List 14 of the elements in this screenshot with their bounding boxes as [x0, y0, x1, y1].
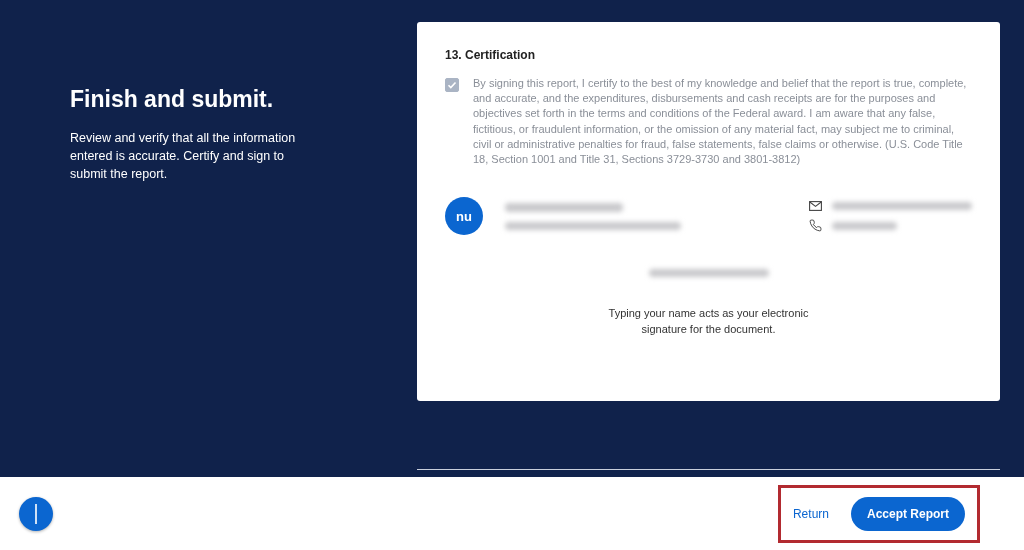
section-heading: 13. Certification [445, 48, 537, 62]
return-link[interactable]: Return [792, 506, 829, 521]
accept-report-button[interactable]: Accept Report [851, 496, 965, 531]
mail-icon [809, 201, 822, 212]
phone-icon [809, 219, 822, 233]
check-icon [447, 80, 457, 90]
info-button[interactable] [19, 496, 53, 531]
user-avatar: nu [445, 197, 483, 236]
signature-note: Typing your name acts as your electronic signature for the document. [607, 306, 810, 338]
info-icon [34, 503, 38, 524]
redacted-phone [832, 221, 897, 230]
certification-statement: By signing this report, I certify to the best of my knowledge and belief that the report is true, complete, and accurate, and the expenditures, disbursements and cash receipts are for the purposes and objectives set forth in the terms and conditions of the Federal award. I am aware that any false, fictitious, or fraudulent information, or the omission of any material fact, may subject me to criminal, civil or administrative penalties for fraud, false statements, false claims or otherwise. (U.S. Code Title 18, Section 1001 and Title 31, Sections 3729-3730 and 3801-3812) [473, 76, 968, 167]
intro-text: Review and verify that all the information entered is accurate. Certify and sign to submit the report. [70, 130, 297, 183]
page-title: Finish and submit. [70, 86, 275, 113]
